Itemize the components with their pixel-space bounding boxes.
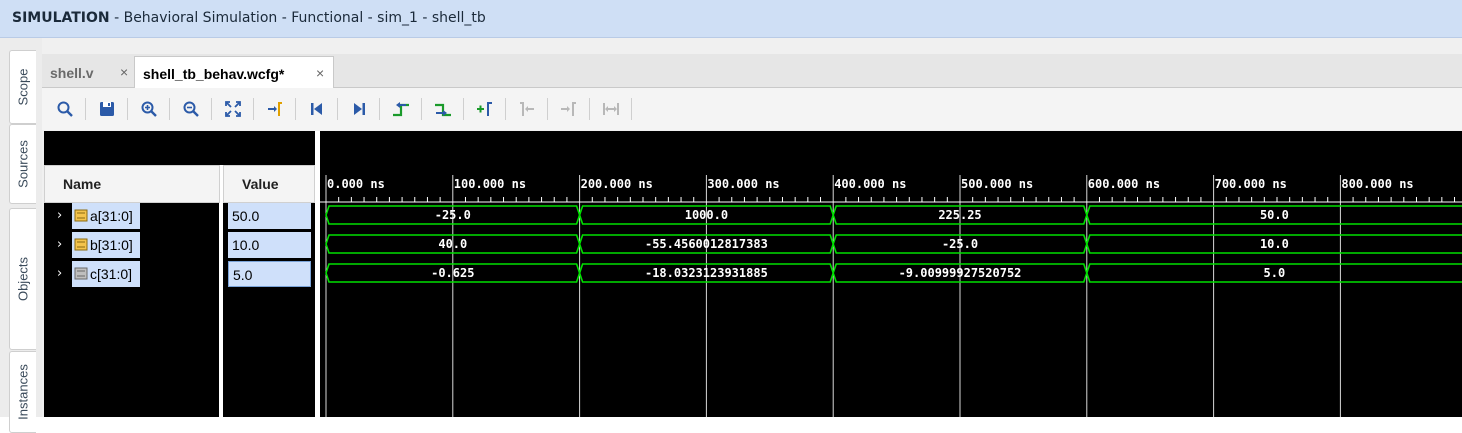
search-icon[interactable] [52, 96, 78, 122]
bus-signal-icon [74, 238, 88, 251]
time-tick-label: 400.000 ns [834, 177, 906, 191]
tab-label: shell.v [50, 65, 94, 81]
swap-cursors-icon[interactable] [598, 96, 624, 122]
time-tick-label: 200.000 ns [581, 177, 653, 191]
bus-value-label: -25.0 [435, 208, 471, 222]
signal-name-a[interactable]: a[31:0] [72, 203, 140, 229]
window-title-bar: SIMULATION - Behavioral Simulation - Fun… [0, 0, 1462, 38]
zoom-fit-icon[interactable] [220, 96, 246, 122]
bus-value-label: -55.4560012817383 [645, 237, 768, 251]
bus-value-label: -18.0323123931885 [645, 266, 768, 280]
signal-name-b[interactable]: b[31:0] [72, 232, 140, 258]
chevron-right-icon[interactable]: › [57, 237, 62, 252]
time-tick-label: 500.000 ns [961, 177, 1033, 191]
bus-value-label: 40.0 [438, 237, 467, 251]
bus-value-label: 5.0 [1264, 266, 1286, 280]
next-transition-icon[interactable] [430, 96, 456, 122]
toolbar-separator [547, 98, 548, 120]
bus-value-label: 225.25 [938, 208, 981, 222]
bus-value-label: 1000.0 [685, 208, 728, 222]
toolbar-separator [505, 98, 506, 120]
toolbar-separator [463, 98, 464, 120]
title-mode: SIMULATION [12, 10, 110, 26]
go-to-cursor-icon[interactable] [262, 96, 288, 122]
waveform-viewer[interactable]: 0.000 ns 100.000 ns 200.000 ns 300.000 ns 40… [320, 131, 1462, 417]
add-marker-icon[interactable] [472, 96, 498, 122]
toolbar-separator [127, 98, 128, 120]
time-tick-label: 700.000 ns [1215, 177, 1287, 191]
previous-marker-icon[interactable] [514, 96, 540, 122]
toolbar-separator [589, 98, 590, 120]
signal-name-c[interactable]: c[31:0] [72, 261, 140, 287]
chevron-right-icon[interactable]: › [57, 208, 62, 223]
toolbar-separator [253, 98, 254, 120]
side-tab-strip: Scope Sources Objects Instances [0, 38, 42, 433]
signal-value-a: 50.0 [228, 203, 311, 229]
side-tab-instances[interactable]: Instances [9, 351, 36, 433]
tab-shell-tb-behav-wcfg[interactable]: shell_tb_behav.wcfg* × [134, 56, 334, 88]
tab-label: shell_tb_behav.wcfg* [143, 66, 285, 82]
close-icon[interactable]: × [316, 65, 324, 81]
side-tab-objects[interactable]: Objects [9, 208, 36, 350]
tab-shell-v[interactable]: shell.v × [42, 56, 134, 87]
bus-signal-icon [74, 209, 88, 222]
close-icon[interactable]: × [120, 64, 128, 80]
time-tick-label: 100.000 ns [454, 177, 526, 191]
title-text: - Behavioral Simulation - Functional - s… [109, 10, 486, 26]
time-tick-label: 300.000 ns [707, 177, 779, 191]
zoom-in-icon[interactable] [136, 96, 162, 122]
time-tick-label: 0.000 ns [327, 177, 385, 191]
value-column-header[interactable]: Value [223, 165, 315, 203]
bus-value-label: -25.0 [942, 237, 978, 251]
toolbar-separator [631, 98, 632, 120]
toolbar-separator [421, 98, 422, 120]
bus-value-label: 50.0 [1260, 208, 1289, 222]
time-tick-label: 600.000 ns [1088, 177, 1160, 191]
toolbar-separator [379, 98, 380, 120]
chevron-right-icon[interactable]: › [57, 266, 62, 281]
side-tab-sources[interactable]: Sources [9, 124, 36, 204]
signal-value-c: 5.0 [228, 261, 311, 287]
time-tick-label: 800.000 ns [1341, 177, 1413, 191]
name-column-header[interactable]: Name [44, 165, 220, 203]
go-to-end-icon[interactable] [346, 96, 372, 122]
save-icon[interactable] [94, 96, 120, 122]
toolbar-separator [211, 98, 212, 120]
side-tab-scope[interactable]: Scope [9, 50, 36, 124]
bus-signal-icon [74, 267, 88, 280]
zoom-out-icon[interactable] [178, 96, 204, 122]
previous-transition-icon[interactable] [388, 96, 414, 122]
wave-toolbar [42, 88, 1462, 130]
bus-value-label: -9.00999927520752 [899, 266, 1022, 280]
toolbar-separator [337, 98, 338, 120]
bus-value-label: -0.625 [431, 266, 474, 280]
signal-value-b: 10.0 [228, 232, 311, 258]
toolbar-separator [295, 98, 296, 120]
bus-value-label: 10.0 [1260, 237, 1289, 251]
next-marker-icon[interactable] [556, 96, 582, 122]
go-to-start-icon[interactable] [304, 96, 330, 122]
toolbar-separator [169, 98, 170, 120]
toolbar-separator [85, 98, 86, 120]
